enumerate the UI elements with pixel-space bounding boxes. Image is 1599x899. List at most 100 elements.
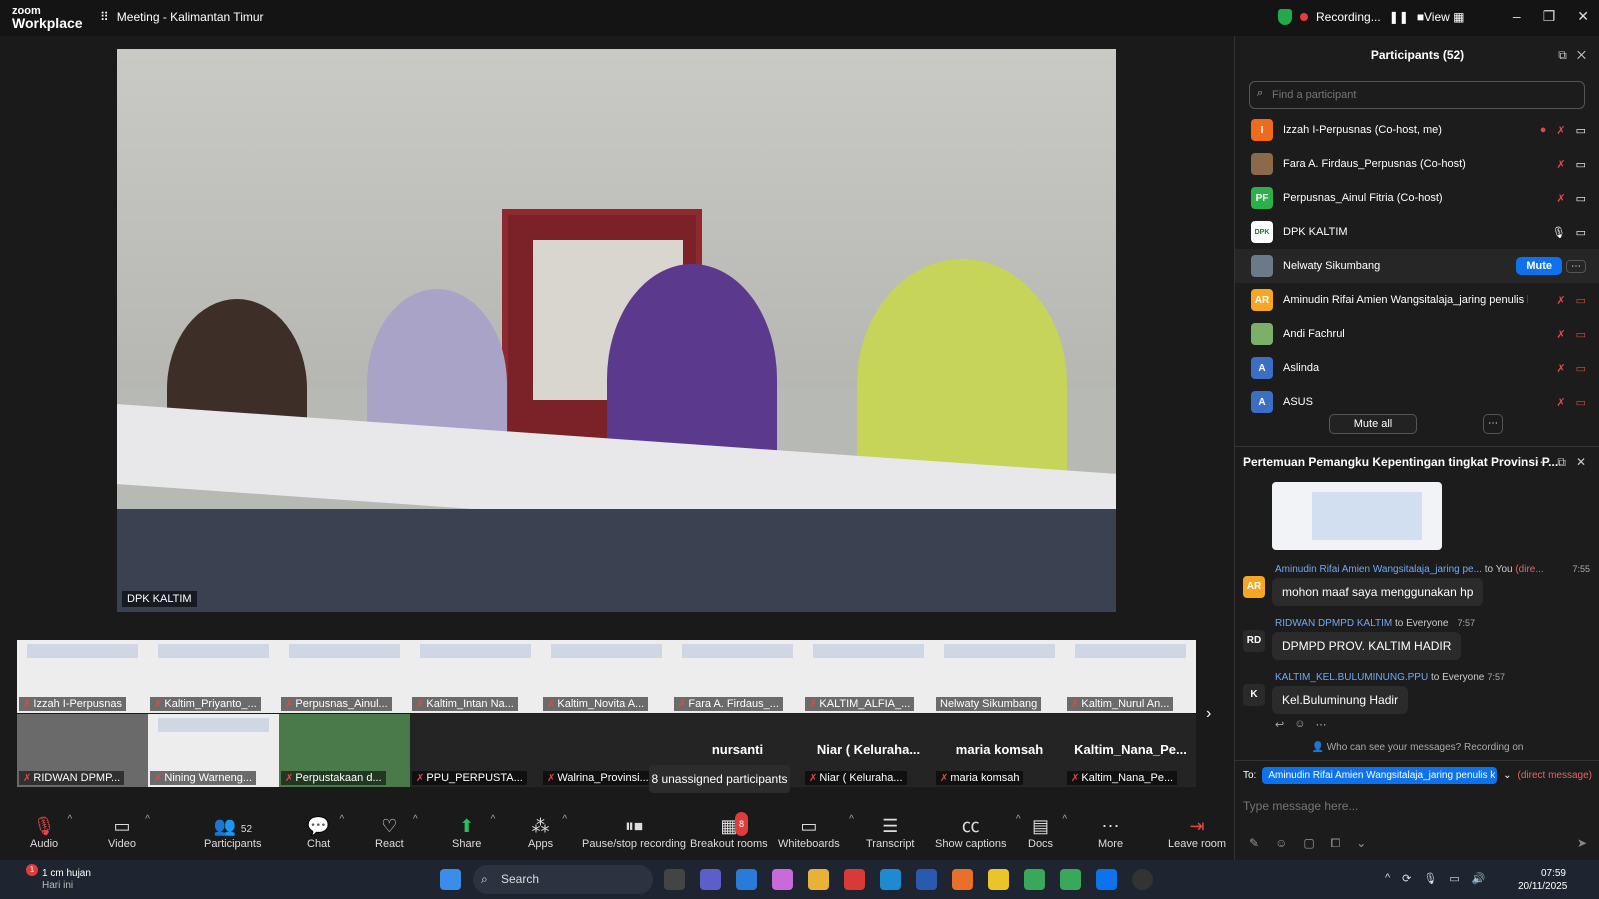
close-icon[interactable]: ✕ — [1577, 8, 1589, 25]
pause-icon[interactable]: ❚❚ — [1389, 10, 1409, 24]
more-options-icon[interactable]: ⋯ — [1483, 414, 1503, 434]
more-icon[interactable]: ⋯ — [1535, 455, 1547, 469]
sticky-notes-icon[interactable] — [988, 869, 1009, 890]
view-button[interactable]: View ▦ — [1424, 10, 1464, 24]
more-icon[interactable]: ⋯ — [1315, 718, 1326, 731]
format-icon[interactable]: ✎ — [1249, 836, 1259, 851]
participant-row[interactable]: Andi Fachrul ✗ ▭ — [1235, 317, 1599, 351]
store-icon[interactable] — [736, 869, 757, 890]
chevron-up-icon[interactable]: ^ — [562, 814, 567, 825]
more-button[interactable]: ⋯ More — [1098, 814, 1123, 850]
task-view-icon[interactable] — [664, 869, 685, 890]
popout-icon[interactable]: ⧉ — [1558, 48, 1567, 62]
participant-row[interactable]: PF Perpusnas_Ainul Fitria (Co-host) ✗ ▭ — [1235, 181, 1599, 215]
transcript-button[interactable]: ☰ Transcript — [866, 814, 915, 850]
gallery-tile[interactable]: ✗ Kaltim_Priyanto_... — [148, 640, 279, 713]
gallery-tile[interactable]: ✗ Perpustakaan d... — [279, 714, 410, 787]
teams-icon[interactable] — [700, 869, 721, 890]
participant-row[interactable]: Fara A. Firdaus_Perpusnas (Co-host) ✗ ▭ — [1235, 147, 1599, 181]
gallery-tile[interactable]: ✗ Kaltim_Novita A... — [541, 640, 672, 713]
main-video[interactable]: DPK KALTIM — [117, 49, 1116, 612]
firefox-icon[interactable] — [952, 869, 973, 890]
chevron-down-icon[interactable]: ⌄ — [1356, 836, 1366, 851]
file-icon[interactable]: ▢ — [1303, 836, 1314, 851]
leave-room-button[interactable]: ⇥ Leave room — [1168, 814, 1226, 850]
mute-all-button[interactable]: Mute all — [1329, 414, 1417, 434]
gallery-tile[interactable]: Kaltim_Nana_Pe... ✗ Kaltim_Nana_Pe... — [1065, 714, 1196, 787]
chrome-icon[interactable] — [1024, 869, 1045, 890]
mic-on-icon[interactable]: 🎙 — [1552, 226, 1566, 239]
mic-muted-icon[interactable]: ✗ — [1556, 124, 1565, 137]
zoom-app-icon[interactable] — [1096, 869, 1117, 890]
folder-icon[interactable] — [808, 869, 829, 890]
chevron-up-icon[interactable]: ^ — [145, 814, 150, 825]
restore-icon[interactable]: ❐ — [1543, 8, 1556, 25]
chat-message-input[interactable] — [1243, 794, 1583, 818]
docs-button[interactable]: ▤ Docs ^ — [1028, 814, 1067, 850]
video-button[interactable]: ▭ Video ^ — [108, 814, 150, 850]
emoji-icon[interactable]: ☺ — [1294, 718, 1305, 731]
participant-row[interactable]: DPK DPK KALTIM 🎙 ▭ — [1235, 215, 1599, 249]
minimize-icon[interactable]: – — [1513, 8, 1521, 25]
popout-icon[interactable]: ⧉ — [1557, 455, 1566, 469]
unassigned-participants-button[interactable]: 8 unassigned participants — [649, 765, 790, 793]
chevron-right-icon[interactable]: › — [1206, 705, 1211, 723]
copilot-icon[interactable] — [772, 869, 793, 890]
participant-row[interactable]: I Izzah I-Perpusnas (Co-host, me) ● ✗ ▭ — [1235, 113, 1599, 147]
gallery-tile[interactable]: ✗ Fara A. Firdaus_... — [672, 640, 803, 713]
chevron-up-icon[interactable]: ^ — [1385, 872, 1390, 885]
media-player-icon[interactable] — [1132, 869, 1153, 890]
close-icon[interactable]: ✕ — [1577, 48, 1586, 62]
camera-off-icon[interactable]: ▭ — [1576, 396, 1586, 409]
chevron-up-icon[interactable]: ^ — [1016, 814, 1021, 825]
chevron-down-icon[interactable]: ⌄ — [1503, 770, 1511, 781]
reply-icon[interactable]: ↩ — [1275, 718, 1284, 731]
windows-start-icon[interactable] — [440, 869, 461, 890]
share-button[interactable]: ⬆ Share ^ — [452, 814, 495, 850]
weather-widget[interactable]: 1 cm hujan Hari ini — [20, 868, 91, 892]
whiteboards-button[interactable]: ▭ Whiteboards ^ — [778, 814, 854, 850]
gallery-tile[interactable]: maria komsah ✗ maria komsah — [934, 714, 1065, 787]
participant-row[interactable]: Nelwaty Sikumbang Mute ⋯ — [1235, 249, 1599, 283]
gallery-tile[interactable]: Niar ( Keluraha... ✗ Niar ( Keluraha... — [803, 714, 934, 787]
wps-icon[interactable] — [844, 869, 865, 890]
gallery-tile[interactable]: ✗ KALTIM_ALFIA_... — [803, 640, 934, 713]
breakout-rooms-button[interactable]: ▦ 8 Breakout rooms — [690, 812, 768, 850]
camera-off-icon[interactable]: ▭ — [1576, 328, 1586, 341]
participant-row[interactable]: A ASUS ✗ ▭ — [1235, 385, 1599, 413]
chevron-up-icon[interactable]: ^ — [849, 814, 854, 825]
gallery-tile[interactable]: ✗ Kaltim_Nurul An... — [1065, 640, 1196, 713]
chrome-profile-icon[interactable] — [1060, 869, 1081, 890]
mic-muted-icon[interactable]: ✗ — [1556, 158, 1565, 171]
gallery-tile[interactable]: Nelwaty Sikumbang — [934, 640, 1065, 713]
chevron-up-icon[interactable]: ^ — [67, 814, 72, 825]
camera-icon[interactable]: ▭ — [1576, 192, 1586, 205]
camera-off-icon[interactable]: ▭ — [1576, 294, 1586, 307]
close-icon[interactable]: ✕ — [1576, 455, 1586, 469]
network-icon[interactable]: ▭ — [1449, 872, 1459, 885]
chevron-up-icon[interactable]: ^ — [340, 814, 345, 825]
stop-icon[interactable]: ■ — [1417, 10, 1424, 24]
microphone-icon[interactable]: 🎙 — [1423, 872, 1437, 885]
participant-row[interactable]: AR Aminudin Rifai Amien Wangsitalaja_jar… — [1235, 283, 1599, 317]
store-bag-icon[interactable] — [916, 869, 937, 890]
mic-muted-icon[interactable]: ✗ — [1556, 328, 1565, 341]
mute-button[interactable]: Mute — [1516, 257, 1562, 275]
camera-icon[interactable]: ▭ — [1576, 124, 1586, 137]
taskbar-search[interactable]: ⌕ Search — [473, 865, 653, 894]
mic-muted-icon[interactable]: ✗ — [1556, 192, 1565, 205]
mic-muted-icon[interactable]: ✗ — [1556, 362, 1565, 375]
camera-icon[interactable]: ▭ — [1576, 158, 1586, 171]
who-can-see-link[interactable]: 👤 Who can see your messages? Recording o… — [1235, 742, 1599, 753]
gallery-tile[interactable]: ✗ Izzah I-Perpusnas — [17, 640, 148, 713]
emoji-icon[interactable]: ☺ — [1275, 836, 1287, 851]
edge-icon[interactable] — [880, 869, 901, 890]
mic-muted-icon[interactable]: ✗ — [1556, 294, 1565, 307]
chevron-up-icon[interactable]: ^ — [1062, 814, 1067, 825]
audio-button[interactable]: 🎙 Audio ^ — [30, 814, 72, 850]
gallery-tile[interactable]: ✗ RIDWAN DPMP... — [17, 714, 148, 787]
screenshot-icon[interactable]: ⧠ — [1331, 836, 1341, 851]
chat-button[interactable]: 💬 Chat ^ — [307, 814, 344, 850]
participant-row[interactable]: A Aslinda ✗ ▭ — [1235, 351, 1599, 385]
chat-image-attachment[interactable] — [1272, 482, 1442, 550]
